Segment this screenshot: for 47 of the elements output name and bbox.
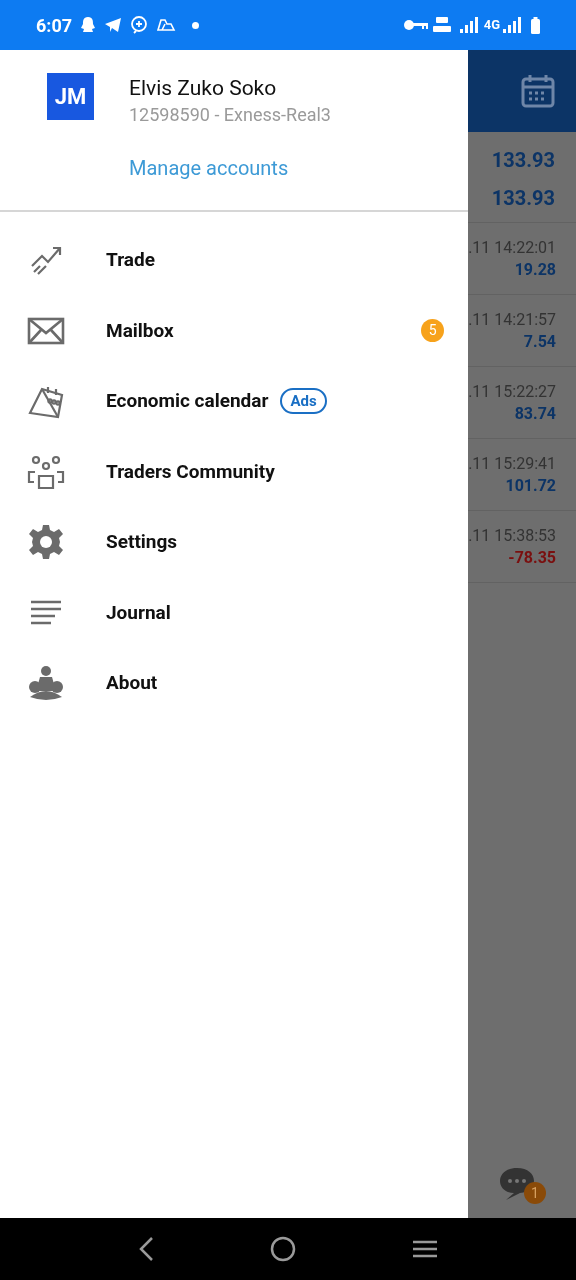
price-value: 133.93 xyxy=(491,185,555,212)
key-icon xyxy=(403,19,428,31)
deal-time: .11 15:29:41 xyxy=(468,452,556,475)
deal-profit: 101.72 xyxy=(505,474,556,497)
deal-profit: 83.74 xyxy=(514,402,556,425)
menu-item[interactable]: Trade xyxy=(0,225,469,296)
calendar-icon xyxy=(520,73,556,109)
deal-time: .11 14:21:57 xyxy=(468,308,556,331)
menu-item[interactable]: Traders Community xyxy=(0,436,469,507)
signal-icon xyxy=(459,17,478,33)
chat-badge: 1 xyxy=(524,1182,546,1204)
account-name: Elvis Zuko Soko xyxy=(129,75,278,102)
menu-item[interactable]: Settings xyxy=(0,507,469,578)
menu-label: About xyxy=(106,670,158,696)
battery-icon xyxy=(531,16,540,34)
home-icon[interactable] xyxy=(270,1236,296,1262)
menu-label: Journal xyxy=(106,599,171,626)
chat-plus-icon xyxy=(130,16,149,34)
menu-label: Settings xyxy=(106,529,178,555)
deal-profit: 7.54 xyxy=(523,330,556,353)
price-value: 133.93 xyxy=(491,147,555,174)
deal-time: .11 15:38:53 xyxy=(468,524,556,547)
deal-time: .11 14:22:01 xyxy=(468,236,556,259)
menu-label: Economic calendar xyxy=(106,388,269,414)
deal-profit: 19.28 xyxy=(514,258,556,281)
menu-label: Mailbox xyxy=(106,317,174,344)
status-time: 6:07 xyxy=(36,13,73,38)
account-login: 12598590 - Exness-Real3 xyxy=(129,103,331,127)
deal-time: .11 15:22:27 xyxy=(468,380,556,403)
menu-item[interactable]: Journal xyxy=(0,577,469,648)
ghost-icon xyxy=(80,16,97,34)
menu-item[interactable]: About xyxy=(0,648,469,719)
menu-item[interactable]: Mailbox 5 xyxy=(0,295,469,366)
paper-plane-icon xyxy=(104,17,123,33)
menu-icon[interactable] xyxy=(412,1239,438,1259)
dot-icon xyxy=(192,21,200,29)
menu-item[interactable]: Economic calendar Ads xyxy=(0,366,469,437)
menu-label: Trade xyxy=(106,247,155,273)
account-avatar: JM xyxy=(47,73,94,120)
ads-tag: Ads xyxy=(280,388,327,415)
network-type: 4G xyxy=(483,16,500,35)
menu-label: Traders Community xyxy=(106,458,275,485)
cloud-icon xyxy=(156,18,177,32)
unread-count: 5 xyxy=(421,319,445,343)
deal-profit: -78.35 xyxy=(508,546,556,569)
back-icon[interactable] xyxy=(138,1236,154,1262)
signal-icon xyxy=(503,17,521,33)
